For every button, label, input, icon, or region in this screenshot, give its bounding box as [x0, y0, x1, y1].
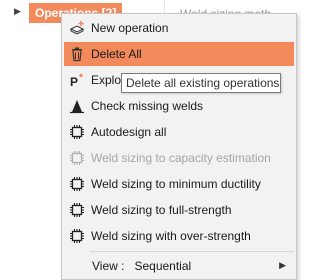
- expand-arrow-icon[interactable]: ▶: [14, 6, 21, 17]
- view-value: Sequential: [134, 259, 192, 273]
- menu-item-label: New operation: [91, 21, 169, 35]
- menu-item-autodesign-all[interactable]: Autodesign all: [64, 120, 294, 144]
- svg-text:P: P: [70, 75, 78, 88]
- menu-item-label: Weld sizing with over-strength: [91, 229, 251, 243]
- menu-item-label: Delete All: [91, 47, 142, 61]
- chip-icon: [68, 201, 86, 219]
- chip-icon: [68, 123, 86, 141]
- menu-item-delete-all[interactable]: Delete All: [64, 42, 294, 66]
- explode-icon: P: [68, 71, 86, 89]
- view-label: View :: [92, 259, 125, 273]
- menu-item-label: Weld sizing to minimum ductility: [91, 177, 261, 191]
- menu-item-weld-sizing-ductility[interactable]: Weld sizing to minimum ductility: [64, 172, 294, 196]
- new-operation-icon: [68, 19, 86, 37]
- chip-icon: [68, 175, 86, 193]
- tooltip-text: Delete all existing operations: [126, 76, 280, 90]
- menu-item-label: Weld sizing to full-strength: [91, 203, 232, 217]
- menu-separator: [90, 251, 294, 252]
- context-menu: New operation Delete All P Explode Check…: [61, 13, 297, 280]
- tooltip: Delete all existing operations: [121, 73, 281, 93]
- menu-item-new-operation[interactable]: New operation: [64, 16, 294, 40]
- weld-check-icon: [68, 97, 86, 115]
- menu-item-label: Autodesign all: [91, 125, 167, 139]
- menu-item-label: Check missing welds: [91, 99, 204, 113]
- menu-item-weld-sizing-full-strength[interactable]: Weld sizing to full-strength: [64, 198, 294, 222]
- menu-item-check-missing-welds[interactable]: Check missing welds: [64, 94, 294, 118]
- chip-icon: [68, 227, 86, 245]
- menu-item-label: Weld sizing to capacity estimation: [91, 151, 271, 165]
- menu-item-weld-sizing-capacity[interactable]: Weld sizing to capacity estimation: [64, 146, 294, 170]
- submenu-arrow-icon: ▶: [279, 260, 286, 270]
- menu-item-weld-sizing-over-strength[interactable]: Weld sizing with over-strength: [64, 224, 294, 248]
- trash-icon: [68, 45, 86, 63]
- chip-icon: [68, 149, 86, 167]
- menu-item-view[interactable]: View : Sequential ▶: [64, 254, 294, 278]
